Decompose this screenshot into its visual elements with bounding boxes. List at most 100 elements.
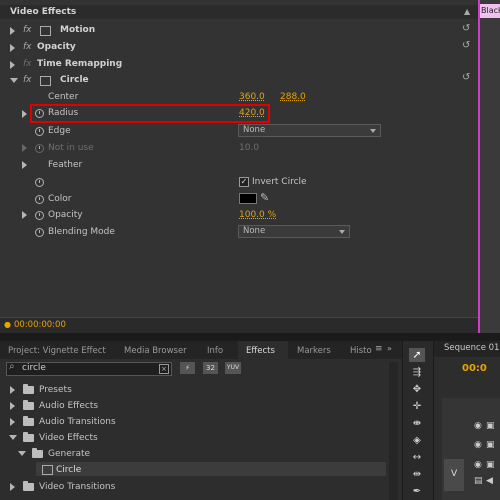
clear-icon[interactable]: ×	[159, 364, 169, 374]
project-scrollbar[interactable]	[389, 362, 398, 500]
track-v-label: V	[451, 469, 458, 479]
tab-effects[interactable]: Effects	[246, 344, 275, 358]
collapse-video-effects-toggle[interactable]	[9, 435, 17, 440]
yuv-button[interactable]: YUV	[225, 362, 241, 374]
search-icon: ⌕	[9, 361, 15, 372]
fx-icon[interactable]: fx	[23, 25, 32, 35]
edge-label: Edge	[48, 126, 71, 136]
expand-presets-toggle[interactable]	[10, 386, 15, 394]
tab-sequence[interactable]: Sequence 01	[444, 343, 499, 353]
film-icon[interactable]: ▣	[486, 421, 495, 431]
expand-motion-toggle[interactable]	[10, 27, 15, 35]
eye-icon[interactable]: ◉	[474, 421, 482, 431]
feather-label: Feather	[48, 160, 83, 170]
film-icon[interactable]: ▣	[486, 440, 495, 450]
stopwatch-icon	[35, 144, 44, 153]
time-remapping-label[interactable]: Time Remapping	[37, 59, 122, 69]
tree-audio-transitions[interactable]: Audio Transitions	[39, 417, 116, 427]
not-in-use-value: 10.0	[239, 143, 260, 153]
folder-icon	[23, 400, 34, 410]
selection-tool-icon[interactable]: ➚	[409, 348, 425, 362]
expand-opacity-prop-toggle[interactable]	[22, 211, 27, 219]
invert-circle-label[interactable]: Invert Circle	[252, 177, 307, 187]
tree-video-effects[interactable]: Video Effects	[39, 433, 98, 443]
ripple-edit-tool-icon[interactable]: ✥	[409, 383, 425, 397]
color-label: Color	[48, 194, 72, 204]
collapse-circle-toggle[interactable]	[10, 78, 18, 83]
invert-circle-checkbox[interactable]: ✓	[239, 177, 249, 187]
reset-icon[interactable]: ↺	[462, 41, 472, 51]
tree-circle[interactable]: Circle	[56, 465, 81, 475]
effect-controls-timeline[interactable]	[478, 0, 500, 333]
eyedropper-icon[interactable]: ✎	[260, 191, 269, 204]
stopwatch-icon[interactable]	[35, 195, 44, 204]
effect-controls-panel: Video Effects ▲ fx Motion ↺ fx Opacity ↺…	[0, 0, 478, 334]
32bit-button[interactable]: 32	[203, 362, 218, 374]
eye-icon[interactable]: ◉	[474, 440, 482, 450]
fx-icon[interactable]: fx	[23, 75, 32, 85]
stopwatch-icon[interactable]	[35, 228, 44, 237]
fx-icon[interactable]: fx	[23, 42, 32, 52]
color-swatch[interactable]	[239, 193, 257, 204]
collapse-generate-toggle[interactable]	[18, 451, 26, 456]
tree-audio-effects[interactable]: Audio Effects	[39, 401, 98, 411]
expand-opacity-toggle[interactable]	[10, 44, 15, 52]
search-value[interactable]: circle	[22, 363, 46, 373]
tab-media-browser[interactable]: Media Browser	[124, 344, 187, 358]
edge-dropdown[interactable]: None	[238, 124, 381, 137]
stopwatch-icon[interactable]	[35, 127, 44, 136]
opacity-prop-value[interactable]: 100.0 %	[239, 210, 276, 220]
circle-label[interactable]: Circle	[60, 75, 89, 85]
expand-video-transitions-toggle[interactable]	[10, 483, 15, 491]
expand-audio-transitions-toggle[interactable]	[10, 418, 15, 426]
tree-generate[interactable]: Generate	[48, 449, 90, 459]
sequence-timecode[interactable]: 00:0	[462, 363, 487, 374]
pen-tool-icon[interactable]: ✒	[409, 485, 425, 499]
film-icon[interactable]: ▣	[486, 460, 495, 470]
radius-highlight-box	[30, 104, 270, 123]
expand-audio-effects-toggle[interactable]	[10, 402, 15, 410]
tab-markers[interactable]: Markers	[297, 344, 331, 358]
stopwatch-icon[interactable]	[35, 178, 44, 187]
tab-info[interactable]: Info	[207, 344, 223, 358]
film-icon[interactable]: ▤	[474, 476, 483, 486]
panel-divider[interactable]	[0, 333, 500, 341]
slip-tool-icon[interactable]: ↔	[409, 451, 425, 465]
video-effects-heading: Video Effects	[10, 7, 77, 17]
center-y-value[interactable]: 288.0	[280, 92, 306, 102]
tree-presets[interactable]: Presets	[39, 385, 72, 395]
rate-stretch-tool-icon[interactable]: ⇼	[409, 417, 425, 431]
expand-time-remapping-toggle[interactable]	[10, 61, 15, 69]
keyframe-nav-icon[interactable]: ◀	[486, 476, 493, 486]
opacity-label[interactable]: Opacity	[37, 42, 76, 52]
scroll-up-icon[interactable]: ▲	[464, 7, 474, 17]
reset-icon[interactable]: ↺	[462, 24, 472, 34]
track-select-tool-icon[interactable]: ⇶	[409, 366, 425, 380]
effect-controls-timecode[interactable]: 00:00:00:00	[14, 320, 66, 330]
blending-mode-dropdown[interactable]: None	[238, 225, 350, 238]
center-x-value[interactable]: 360.0	[239, 92, 265, 102]
effect-preset-icon	[42, 465, 53, 475]
blending-dropdown-value: None	[243, 226, 266, 236]
eye-icon[interactable]: ◉	[474, 460, 482, 470]
reset-icon[interactable]: ↺	[462, 73, 472, 83]
motion-label[interactable]: Motion	[60, 25, 95, 35]
razor-tool-icon[interactable]: ◈	[409, 434, 425, 448]
slide-tool-icon[interactable]: ⇹	[409, 468, 425, 482]
rolling-edit-tool-icon[interactable]: ✛	[409, 400, 425, 414]
center-label: Center	[48, 92, 79, 102]
folder-icon	[32, 448, 43, 458]
chevron-down-icon	[339, 230, 345, 234]
opacity-prop-label: Opacity	[48, 210, 83, 220]
tab-history[interactable]: Histo	[350, 344, 372, 358]
tree-video-transitions[interactable]: Video Transitions	[39, 482, 115, 492]
folder-icon	[23, 384, 34, 394]
more-tabs-icon[interactable]: »	[387, 344, 392, 353]
accelerated-effects-button[interactable]: ⚡	[180, 362, 195, 374]
expand-feather-toggle[interactable]	[22, 161, 27, 169]
stopwatch-icon[interactable]	[35, 211, 44, 220]
expand-radius-toggle[interactable]	[22, 110, 27, 118]
tab-project[interactable]: Project: Vignette Effect	[8, 344, 106, 358]
effect-controls-footer	[0, 317, 478, 334]
panel-menu-icon[interactable]: ≡	[375, 344, 383, 354]
